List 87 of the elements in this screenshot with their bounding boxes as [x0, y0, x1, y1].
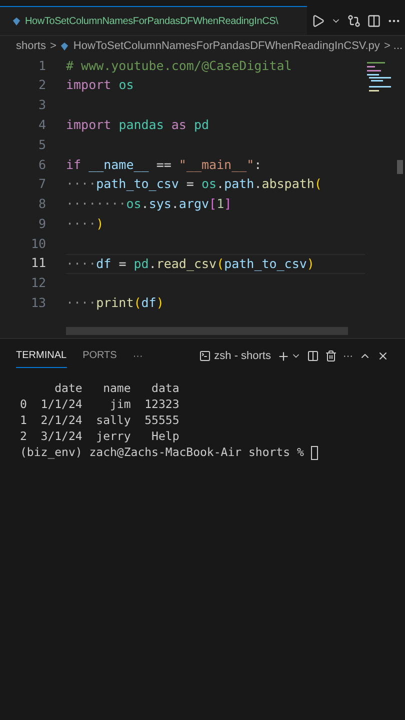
line-number: 1: [37, 56, 46, 75]
code-token: :: [254, 156, 262, 174]
code-token: ): [96, 214, 104, 233]
panel-tab[interactable]: PORTS: [82, 344, 117, 368]
line-number: 7: [37, 175, 46, 194]
code-token: ): [306, 254, 314, 272]
line-number: 3: [37, 96, 46, 114]
code-token: df: [96, 254, 112, 272]
code-token: os: [126, 195, 142, 214]
split-terminal-icon[interactable]: [307, 350, 319, 362]
code-token: argv: [178, 195, 210, 214]
code-token: .: [141, 195, 149, 214]
code-token: path_to_csv: [224, 254, 307, 273]
code-token: .: [216, 175, 224, 194]
breadcrumb-folder[interactable]: shorts: [16, 38, 46, 54]
horizontal-scrollbar[interactable]: [66, 327, 348, 336]
code-token: os: [201, 175, 217, 194]
run-icon[interactable]: [311, 14, 325, 28]
breadcrumb-file[interactable]: HowToSetColumnNamesForPandasDFWhenReadingInCSV.py: [73, 38, 380, 54]
code-token: .: [254, 175, 262, 194]
code-token: ]: [224, 195, 232, 214]
editor-tab[interactable]: HowToSetColumnNamesForPandasDFWhenReadingInCS\: [0, 6, 307, 35]
terminal-line: 1 2/1/24 sally 55555: [20, 412, 180, 430]
terminal-line: (biz_env) zach@Zachs-MacBook-Air shorts %: [20, 444, 305, 462]
code-token: .: [171, 195, 179, 214]
panel-tab[interactable]: TERMINAL: [16, 344, 67, 368]
code-token: "__main__": [178, 156, 254, 174]
code-token: =: [118, 254, 128, 272]
add-icon[interactable]: [277, 350, 290, 362]
code-token: pandas: [118, 116, 165, 134]
code-token: # www.youtube.com/@CaseDigital: [66, 56, 292, 75]
whitespace-marker: ····: [66, 254, 96, 272]
whitespace-marker: ········: [66, 195, 126, 214]
trash-icon[interactable]: [325, 350, 337, 362]
terminal-line: 0 1/1/24 jim 12323: [20, 396, 180, 414]
terminal-name[interactable]: zsh - shorts: [214, 348, 271, 364]
terminal-line: 2 3/1/24 jerry Help: [20, 428, 180, 446]
more-actions-button[interactable]: ···: [343, 348, 353, 364]
code-token: (: [216, 254, 224, 272]
code-token: ==: [155, 156, 172, 174]
code-token: sys: [148, 195, 172, 214]
code-token: import: [66, 116, 112, 134]
terminal-cursor: [310, 446, 318, 460]
whitespace-marker: ····: [66, 214, 96, 233]
line-number: 5: [37, 136, 46, 154]
line-number: 13: [30, 294, 46, 312]
more-tabs-button[interactable]: ···: [132, 348, 143, 364]
split-editor-icon[interactable]: [367, 14, 381, 28]
line-number: 4: [37, 116, 46, 134]
code-token: path_to_csv: [96, 175, 179, 194]
code-token: [: [209, 195, 217, 214]
python-file-icon: [60, 42, 70, 50]
code-token: path: [224, 175, 254, 194]
line-number: 6: [37, 156, 46, 174]
code-token: 1: [216, 195, 224, 214]
line-number: 8: [37, 195, 46, 214]
code-token: =: [185, 175, 195, 194]
code-token: (: [134, 294, 142, 312]
terminal-icon: [199, 350, 212, 362]
code-token: print: [96, 294, 134, 312]
line-number: 11: [30, 254, 46, 272]
code-token: import: [66, 76, 112, 94]
python-file-icon: [12, 16, 21, 26]
code-token: pd: [134, 254, 149, 273]
line-number: 9: [37, 214, 46, 233]
close-icon[interactable]: [377, 350, 389, 362]
terminal-line: date name data: [54, 380, 180, 398]
code-token: __name__: [88, 156, 149, 174]
code-token: ): [156, 294, 164, 312]
code-token: (: [314, 175, 322, 194]
code-token: as: [171, 116, 188, 134]
whitespace-marker: ····: [66, 294, 96, 312]
breadcrumb-more[interactable]: > ...: [384, 38, 403, 54]
code-token: read_csv: [156, 254, 217, 273]
compare-icon[interactable]: [347, 14, 361, 28]
line-number: 12: [30, 274, 46, 292]
code-token: if: [66, 156, 82, 174]
code-token: pd: [194, 116, 210, 134]
code-token: os: [118, 76, 134, 94]
line-number: 2: [37, 76, 46, 94]
code-token: df: [141, 294, 156, 312]
vertical-scrollbar[interactable]: [397, 160, 403, 174]
code-token: abspath: [262, 175, 314, 194]
line-number: 10: [30, 234, 46, 253]
code-token: .: [148, 254, 156, 272]
breadcrumb-separator: >: [50, 38, 56, 54]
whitespace-marker: ····: [66, 175, 96, 194]
